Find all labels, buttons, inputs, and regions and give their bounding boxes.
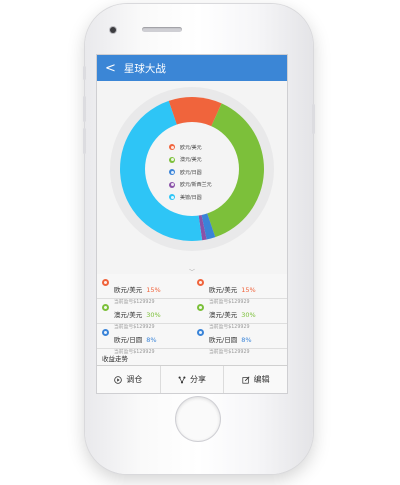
power-button xyxy=(312,104,315,134)
bottom-toolbar: 调仓 分享 编辑 xyxy=(97,365,287,393)
legend-label: 欧元/美元 xyxy=(180,144,202,151)
mute-switch xyxy=(83,66,86,80)
pair-name: 欧元/日圆 xyxy=(209,336,238,344)
legend-label: 欧元/新西兰元 xyxy=(180,182,212,189)
pair-name: 澳元/美元 xyxy=(114,311,143,319)
position-item[interactable]: 澳元/美元 30% 当前盈亏$129929 xyxy=(192,299,287,330)
pair-percent: 30% xyxy=(241,311,256,319)
pair-percent: 8% xyxy=(241,336,252,344)
pair-name: 欧元/日圆 xyxy=(114,336,143,344)
currency-dot-icon xyxy=(197,304,204,311)
legend-item: 美镑/日圆 xyxy=(169,191,212,204)
chevron-down-icon[interactable]: ﹀ xyxy=(189,267,195,276)
legend-dot-icon xyxy=(169,194,175,201)
chart-legend: 欧元/美元澳元/美元欧元/日圆欧元/新西兰元 美镑/日圆 xyxy=(169,141,212,204)
allocation-chart: 欧元/美元澳元/美元欧元/日圆欧元/新西兰元 美镑/日圆 ﹀ xyxy=(97,81,287,276)
position-item[interactable]: 欧元/日圆 8% 当前盈亏$129929 xyxy=(97,324,192,355)
back-arrow-icon[interactable]: < xyxy=(105,62,116,75)
earpiece-speaker xyxy=(142,27,182,32)
pair-percent: 30% xyxy=(146,311,161,319)
currency-dot-icon xyxy=(197,329,204,336)
position-item[interactable]: 欧元/美元 15% 当前盈亏$129929 xyxy=(97,274,192,305)
currency-dot-icon xyxy=(102,279,109,286)
page-title: 星球大战 xyxy=(123,62,166,75)
position-row: 欧元/美元 15% 当前盈亏$129929 欧元/美元 15% 当前盈亏$129929 xyxy=(97,274,287,305)
legend-label: 澳元/美元 xyxy=(180,157,202,164)
pair-profit: 当前盈亏$129929 xyxy=(209,350,250,355)
play-circle-icon xyxy=(114,375,123,384)
position-item[interactable]: 澳元/美元 30% 当前盈亏$129929 xyxy=(97,299,192,330)
app-bar: < 星球大战 xyxy=(97,55,287,81)
pair-name: 欧元/美元 xyxy=(114,286,143,294)
legend-dot-icon xyxy=(169,169,175,176)
home-button[interactable] xyxy=(176,397,220,441)
currency-dot-icon xyxy=(102,304,109,311)
front-camera xyxy=(110,27,116,33)
share-icon xyxy=(178,376,186,383)
currency-dot-icon xyxy=(197,279,204,286)
legend-label: 美镑/日圆 xyxy=(180,194,202,201)
legend-dot-icon xyxy=(169,144,175,151)
pair-percent: 15% xyxy=(241,286,256,294)
share-button[interactable]: 分享 xyxy=(161,366,225,393)
app-screen: < 星球大战 欧元/美元 澳元/美元 欧元/日圆 欧元/新西兰元 美镑/日圆 ﹀ 欧元/… xyxy=(96,54,288,394)
pair-percent: 8% xyxy=(146,336,157,344)
position-row: 欧元/日圆 8% 当前盈亏$129929 欧元/日圆 8% 当前盈亏$129929 xyxy=(97,324,287,355)
position-list: 欧元/美元 15% 当前盈亏$129929 欧元/美元 15% 当前盈亏$129929 澳元… xyxy=(97,274,287,355)
share-label: 分享 xyxy=(190,375,206,384)
edit-icon xyxy=(242,375,250,384)
pair-name: 澳元/美元 xyxy=(209,311,238,319)
legend-dot-icon xyxy=(169,156,175,163)
legend-item: 欧元/新西兰元 xyxy=(169,179,212,192)
edit-label: 编辑 xyxy=(253,375,270,384)
legend-item: 欧元/美元 xyxy=(169,141,212,154)
volume-down-button xyxy=(83,128,86,154)
adjust-label: 调仓 xyxy=(126,375,143,384)
legend-dot-icon xyxy=(169,181,175,188)
legend-item: 欧元/日圆 xyxy=(169,166,212,179)
pair-name: 欧元/美元 xyxy=(209,286,238,294)
position-item[interactable]: 欧元/美元 15% 当前盈亏$129929 xyxy=(192,274,287,305)
legend-item: 澳元/美元 xyxy=(169,154,212,167)
edit-button[interactable]: 编辑 xyxy=(224,366,287,393)
pair-percent: 15% xyxy=(146,286,161,294)
volume-up-button xyxy=(83,96,86,122)
currency-dot-icon xyxy=(102,329,109,336)
legend-label: 欧元/日圆 xyxy=(180,169,202,176)
position-row: 澳元/美元 30% 当前盈亏$129929 澳元/美元 30% 当前盈亏$129929 xyxy=(97,299,287,330)
position-item[interactable]: 欧元/日圆 8% 当前盈亏$129929 xyxy=(192,324,287,355)
adjust-button[interactable]: 调仓 xyxy=(97,366,161,393)
